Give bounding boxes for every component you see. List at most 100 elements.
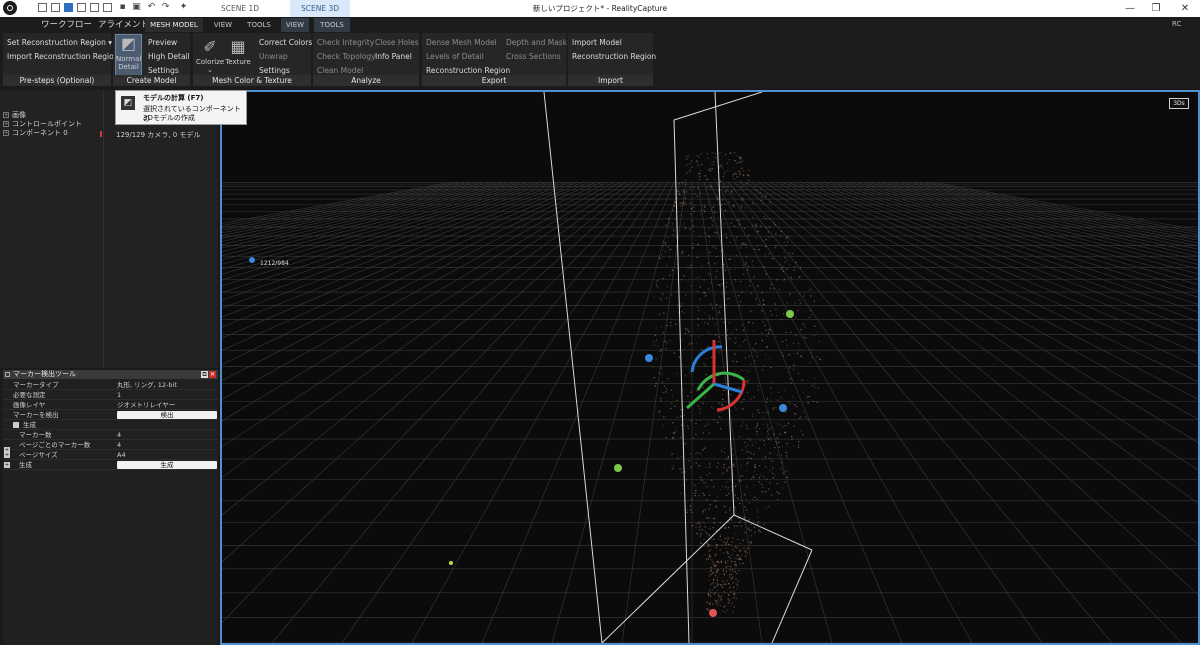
- project-tree-panel: +画像 +コントロールポイント +コンポーネント 0 ⚠ 129/129 カメラ…: [0, 90, 218, 368]
- collapse-icon[interactable]: [5, 372, 10, 377]
- marker-green[interactable]: [786, 310, 794, 318]
- texture-icon: ▦: [230, 37, 246, 56]
- view-mode-badge[interactable]: 3Ds: [1169, 98, 1189, 109]
- prop-label: 画像レイヤ: [13, 401, 46, 409]
- check-integrity-button[interactable]: Check Integrity: [317, 38, 374, 47]
- layout-3-icon[interactable]: [64, 3, 73, 12]
- high-detail-button[interactable]: High Detail: [148, 52, 190, 61]
- grid-line: [775, 181, 1198, 400]
- layout-6-icon[interactable]: [103, 3, 112, 12]
- expand-icon[interactable]: +: [4, 447, 10, 453]
- tab-mesh-model[interactable]: MESH MODEL: [145, 18, 203, 32]
- tab-scene-view[interactable]: VIEW: [281, 18, 309, 32]
- tree-item-images[interactable]: + 画像: [3, 111, 26, 120]
- close-button[interactable]: ✕: [1170, 0, 1200, 17]
- 3d-scene[interactable]: [222, 92, 1198, 643]
- panel-header: マーカー検出ツール ⧉ ✕: [3, 370, 218, 379]
- preview-button[interactable]: Preview: [148, 38, 177, 47]
- levels-of-detail-button[interactable]: Levels of Detail: [426, 52, 484, 61]
- import-model-button[interactable]: Import Model: [572, 38, 622, 47]
- tab-scene-1d[interactable]: SCENE 1D: [195, 0, 285, 17]
- expand-icon[interactable]: +: [3, 112, 9, 118]
- expand-icon[interactable]: +: [4, 462, 10, 468]
- marker-green[interactable]: [614, 464, 622, 472]
- tab-view[interactable]: VIEW: [208, 18, 238, 32]
- grid-line: [787, 181, 1198, 367]
- expand-icon[interactable]: +: [3, 121, 9, 127]
- required-measurements-field[interactable]: 1: [117, 390, 121, 400]
- detach-icon[interactable]: ⧉: [201, 371, 208, 378]
- rc-label[interactable]: RC: [1172, 20, 1181, 28]
- layout-5-icon[interactable]: [90, 3, 99, 12]
- realitycapture-logo-icon[interactable]: [3, 1, 17, 15]
- layout-1-icon[interactable]: [38, 3, 47, 12]
- image-layer-select[interactable]: ジオメトリレイヤー: [117, 400, 175, 410]
- tree-item-component-0[interactable]: + コンポーネント 0: [3, 129, 68, 138]
- detail-label: Detail: [118, 63, 139, 71]
- menu-alignment[interactable]: アライメント: [98, 17, 149, 33]
- texture-button[interactable]: ▦ Texture: [225, 38, 251, 76]
- reconstruction-region-box[interactable]: [543, 92, 813, 643]
- export-reconstruction-region-button[interactable]: Reconstruction Region: [426, 66, 510, 75]
- info-panel-button[interactable]: Info Panel: [375, 52, 412, 61]
- marker-blue[interactable]: [779, 404, 787, 412]
- tree-item-control-points[interactable]: + コントロールポイント: [3, 120, 82, 129]
- import-reconstruction-region-ribbon-button[interactable]: Reconstruction Region: [572, 52, 656, 61]
- open-icon[interactable]: ▣: [131, 2, 142, 13]
- marker-type-select[interactable]: 丸形, リング, 12-bit: [117, 380, 177, 390]
- create-settings-button[interactable]: Settings: [148, 66, 179, 75]
- undo-icon[interactable]: ↶: [146, 2, 157, 13]
- markers-per-page-field[interactable]: 4: [117, 440, 121, 450]
- redo-icon[interactable]: ↷: [160, 2, 171, 13]
- marker-red[interactable]: [709, 609, 717, 617]
- set-reconstruction-region-button[interactable]: Set Reconstruction Region ▾: [7, 38, 112, 47]
- section-row: 生成: [3, 420, 218, 430]
- marker-yellow[interactable]: [449, 561, 453, 565]
- group-label: Create Model: [113, 75, 190, 86]
- grid-line: [222, 181, 585, 328]
- pin-icon[interactable]: ✦: [178, 2, 189, 13]
- close-panel-icon[interactable]: ✕: [209, 371, 216, 378]
- menu-workflow[interactable]: ワークフロー: [41, 17, 92, 33]
- prop-row: 画像レイヤ ジオメトリレイヤー: [3, 400, 218, 410]
- grid-line: [769, 181, 1198, 420]
- camera-marker[interactable]: [249, 257, 255, 263]
- maximize-button[interactable]: ❐: [1141, 0, 1171, 17]
- gizmo-ring-z[interactable]: [690, 345, 723, 373]
- mesh-icon: ◩: [121, 96, 135, 110]
- ground-grid: [222, 181, 1198, 643]
- 3d-viewport[interactable]: 1212/984 3Ds: [220, 90, 1200, 645]
- layout-4-icon[interactable]: [77, 3, 86, 12]
- colorize-button[interactable]: ✐ Colorize ⌄: [196, 38, 224, 76]
- tab-scene-tools[interactable]: TOOLS: [314, 18, 350, 32]
- marker-blue[interactable]: [645, 354, 653, 362]
- grid-line: [883, 181, 1198, 253]
- marker-count-field[interactable]: 4: [117, 430, 121, 440]
- normal-detail-button[interactable]: ◩ Normal Detail: [115, 34, 142, 76]
- error-marker-icon: [100, 131, 102, 137]
- close-holes-button[interactable]: Close Holes: [375, 38, 419, 47]
- layout-2-icon[interactable]: [51, 3, 60, 12]
- texture-settings-button[interactable]: Settings: [259, 66, 290, 75]
- cross-sections-button[interactable]: Cross Sections: [506, 52, 561, 61]
- expand-icon[interactable]: +: [3, 130, 9, 136]
- detect-button[interactable]: 検出: [117, 411, 217, 419]
- grid-line: [757, 181, 1198, 471]
- group-import: Import Model Reconstruction Region Impor…: [568, 33, 656, 86]
- correct-colors-button[interactable]: Correct Colors: [259, 38, 312, 47]
- check-topology-button[interactable]: Check Topology: [317, 52, 376, 61]
- page-size-select[interactable]: A4: [117, 450, 126, 460]
- import-reconstruction-region-button[interactable]: Import Reconstruction Region: [7, 52, 118, 61]
- dense-mesh-model-button[interactable]: Dense Mesh Model: [426, 38, 497, 47]
- unwrap-button[interactable]: Unwrap: [259, 52, 288, 61]
- save-icon[interactable]: ▪: [117, 2, 128, 13]
- tab-tools[interactable]: TOOLS: [242, 18, 276, 32]
- box-edge: [673, 119, 690, 643]
- clean-model-button[interactable]: Clean Model: [317, 66, 363, 75]
- tab-scene-3d[interactable]: SCENE 3D: [290, 0, 350, 17]
- collapse-section-icon[interactable]: [13, 422, 19, 428]
- grid-line: [811, 181, 1198, 322]
- generate-button[interactable]: 生成: [117, 461, 217, 469]
- grid-line: [411, 181, 669, 643]
- depth-and-mask-button[interactable]: Depth and Mask: [506, 38, 567, 47]
